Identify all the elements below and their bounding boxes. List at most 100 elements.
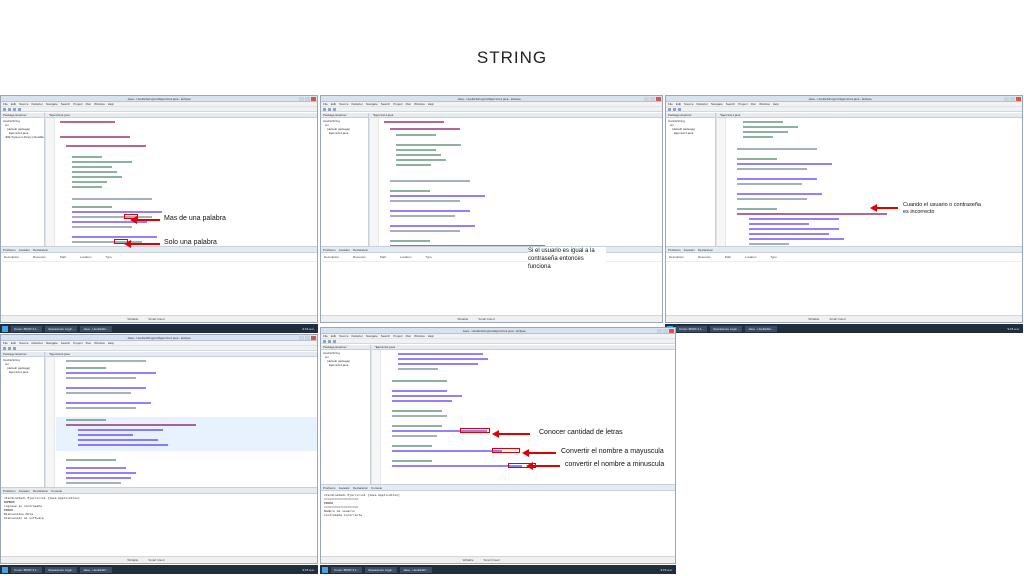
minimize-icon[interactable] — [657, 329, 662, 333]
menu-help[interactable]: Help — [773, 102, 779, 106]
taskbar-item[interactable]: Curso: BDWI 3.1... — [11, 325, 43, 332]
taskbar-item[interactable]: Operadores Lógic... — [710, 325, 743, 332]
menu-file[interactable]: File — [3, 341, 8, 345]
tab-declaration[interactable]: Declaration — [33, 488, 48, 493]
minimize-icon[interactable] — [299, 336, 304, 340]
taskbar-item[interactable]: Java - UsoDeStri... — [745, 325, 777, 332]
menu-project[interactable]: Project — [738, 102, 747, 106]
menu-run[interactable]: Run — [86, 102, 92, 106]
save-icon[interactable] — [673, 108, 676, 111]
tab-declaration[interactable]: Declaration — [353, 485, 368, 490]
tab-javadoc[interactable]: Javadoc — [684, 247, 695, 252]
new-icon[interactable] — [323, 108, 326, 111]
menu-refactor[interactable]: Refactor — [32, 341, 43, 345]
menu-window[interactable]: Window — [414, 102, 425, 106]
tree-jre[interactable]: JRE System Library [JavaSE-1.8] — [3, 135, 50, 139]
taskbar-item[interactable]: Operadores Lógic... — [45, 325, 78, 332]
menu-navigate[interactable]: Navigate — [366, 102, 378, 106]
close-icon[interactable] — [1016, 97, 1021, 101]
menu-navigate[interactable]: Navigate — [46, 102, 58, 106]
taskbar-item[interactable]: Curso: BDWI 3.1... — [11, 566, 43, 573]
close-icon[interactable] — [656, 97, 661, 101]
close-icon[interactable] — [311, 97, 316, 101]
tab-javadoc[interactable]: Javadoc — [339, 247, 350, 252]
save-icon[interactable] — [8, 347, 11, 350]
code-area[interactable] — [369, 118, 662, 247]
menu-help[interactable]: Help — [428, 102, 434, 106]
menu-edit[interactable]: Edit — [331, 334, 336, 338]
menu-edit[interactable]: Edit — [676, 102, 681, 106]
run-icon[interactable] — [13, 347, 16, 350]
tree-file[interactable]: Ejercicio1.java — [323, 363, 368, 367]
debug-icon[interactable] — [18, 108, 21, 111]
maximize-icon[interactable] — [1010, 97, 1015, 101]
menu-help[interactable]: Help — [428, 334, 434, 338]
tree-file[interactable]: Ejercicio1.java — [3, 370, 42, 374]
run-icon[interactable] — [333, 340, 336, 343]
maximize-icon[interactable] — [650, 97, 655, 101]
maximize-icon[interactable] — [663, 329, 668, 333]
menu-edit[interactable]: Edit — [331, 102, 336, 106]
tree-file[interactable]: Ejercicio1.java — [323, 131, 366, 135]
menu-run[interactable]: Run — [86, 341, 92, 345]
code-editor[interactable]: *Ejercicio1.java — [368, 113, 662, 247]
new-icon[interactable] — [668, 108, 671, 111]
menu-help[interactable]: Help — [108, 341, 114, 345]
code-editor[interactable]: *Ejercicio1.java — [45, 352, 317, 487]
code-area[interactable] — [46, 357, 317, 487]
run-icon[interactable] — [333, 108, 336, 111]
menu-project[interactable]: Project — [73, 102, 82, 106]
new-icon[interactable] — [3, 347, 6, 350]
menu-source[interactable]: Source — [339, 102, 349, 106]
menu-edit[interactable]: Edit — [11, 102, 16, 106]
menu-project[interactable]: Project — [393, 334, 402, 338]
menu-source[interactable]: Source — [684, 102, 694, 106]
tab-javadoc[interactable]: Javadoc — [19, 488, 30, 493]
menu-help[interactable]: Help — [108, 102, 114, 106]
menu-edit[interactable]: Edit — [11, 341, 16, 345]
menu-project[interactable]: Project — [393, 102, 402, 106]
new-icon[interactable] — [3, 108, 6, 111]
code-area[interactable] — [716, 118, 1022, 247]
menu-navigate[interactable]: Navigate — [46, 341, 58, 345]
new-icon[interactable] — [323, 340, 326, 343]
menu-source[interactable]: Source — [339, 334, 349, 338]
tab-declaration[interactable]: Declaration — [698, 247, 713, 252]
menu-file[interactable]: File — [3, 102, 8, 106]
menu-run[interactable]: Run — [751, 102, 757, 106]
minimize-icon[interactable] — [299, 97, 304, 101]
tab-problems[interactable]: Problems — [323, 485, 336, 490]
tree-file[interactable]: Ejercicio1.java — [668, 131, 713, 135]
tab-problems[interactable]: Problems — [668, 247, 681, 252]
code-editor[interactable]: *Ejercicio1.java — [45, 113, 317, 247]
tab-problems[interactable]: Problems — [3, 247, 16, 252]
start-icon[interactable] — [322, 566, 328, 573]
menu-search[interactable]: Search — [381, 334, 391, 338]
tab-declaration[interactable]: Declaration — [353, 247, 368, 252]
menu-search[interactable]: Search — [726, 102, 736, 106]
tab-problems[interactable]: Problems — [3, 488, 16, 493]
menu-search[interactable]: Search — [61, 341, 71, 345]
menu-project[interactable]: Project — [73, 341, 82, 345]
code-area[interactable] — [46, 118, 317, 247]
menu-file[interactable]: File — [323, 334, 328, 338]
tab-console[interactable]: Console — [371, 485, 382, 490]
menu-search[interactable]: Search — [381, 102, 391, 106]
taskbar-item[interactable]: Java - UsoDeStri... — [80, 566, 112, 573]
save-icon[interactable] — [328, 108, 331, 111]
code-editor[interactable]: *Ejercicio1.java — [715, 113, 1022, 247]
save-icon[interactable] — [328, 340, 331, 343]
tab-declaration[interactable]: Declaration — [33, 247, 48, 252]
menu-source[interactable]: Source — [19, 341, 29, 345]
maximize-icon[interactable] — [305, 336, 310, 340]
tab-javadoc[interactable]: Javadoc — [19, 247, 30, 252]
run-icon[interactable] — [678, 108, 681, 111]
menu-navigate[interactable]: Navigate — [366, 334, 378, 338]
close-icon[interactable] — [311, 336, 316, 340]
taskbar-item[interactable]: Java - UsoDeStri... — [400, 566, 432, 573]
menu-refactor[interactable]: Refactor — [697, 102, 708, 106]
tab-console[interactable]: Console — [51, 488, 62, 493]
menu-source[interactable]: Source — [19, 102, 29, 106]
maximize-icon[interactable] — [305, 97, 310, 101]
taskbar-item[interactable]: Operadores Lógic... — [365, 566, 398, 573]
